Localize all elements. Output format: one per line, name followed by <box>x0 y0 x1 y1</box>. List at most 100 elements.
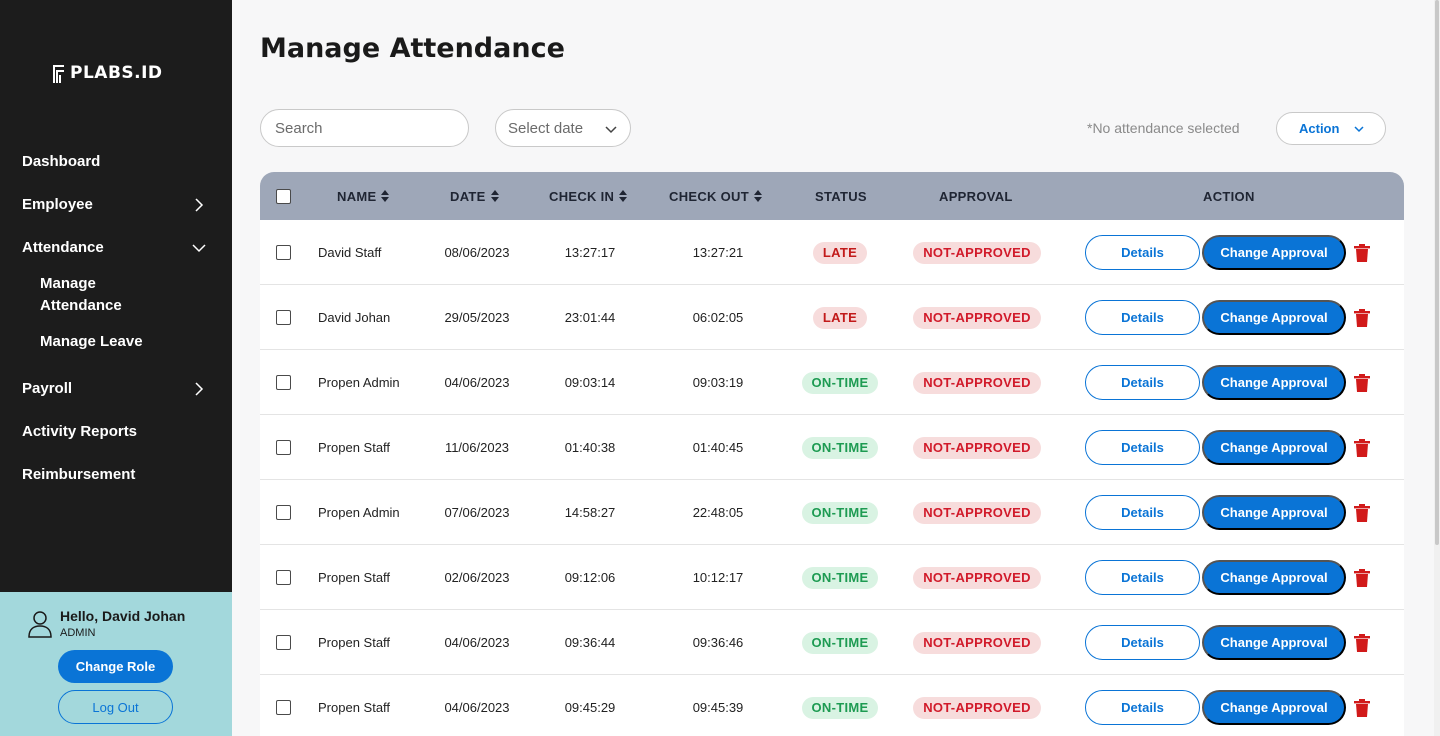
details-button[interactable]: Details <box>1085 430 1200 465</box>
row-checkbox[interactable] <box>276 635 291 650</box>
sidebar-item-label: Employee <box>22 196 93 213</box>
action-dropdown-label: Action <box>1299 121 1340 136</box>
trash-icon[interactable] <box>1354 439 1370 457</box>
change-approval-button[interactable]: Change Approval <box>1202 690 1346 725</box>
cell-name: Propen Staff <box>318 440 391 455</box>
cell-check-in: 01:40:38 <box>564 440 616 455</box>
page-title: Manage Attendance <box>260 33 565 64</box>
row-checkbox[interactable] <box>276 245 291 260</box>
status-badge: ON-TIME <box>801 631 879 654</box>
change-role-button[interactable]: Change Role <box>58 650 173 683</box>
sidebar-item-activity-reports[interactable]: Activity Reports <box>0 410 232 453</box>
chevron-right-icon <box>195 381 204 396</box>
cell-name: David Staff <box>318 245 382 260</box>
row-checkbox[interactable] <box>276 570 291 585</box>
sort-icon <box>753 190 762 202</box>
page-scrollbar[interactable] <box>1434 0 1440 736</box>
chevron-down-icon <box>1354 126 1364 133</box>
sidebar-subitem-manage-attendance[interactable]: Manage Attendance <box>0 269 150 327</box>
action-dropdown[interactable]: Action <box>1276 112 1386 145</box>
change-approval-button[interactable]: Change Approval <box>1202 495 1346 530</box>
table-row: Propen Staff 04/06/2023 09:36:44 09:36:46 ON… <box>260 610 1404 675</box>
user-greeting: Hello, David Johan <box>60 608 186 624</box>
row-checkbox[interactable] <box>276 440 291 455</box>
trash-icon[interactable] <box>1354 374 1370 392</box>
details-button[interactable]: Details <box>1085 495 1200 530</box>
sidebar-subitem-manage-leave[interactable]: Manage Leave <box>0 327 232 367</box>
cell-check-out: 09:36:46 <box>692 635 744 650</box>
attendance-table: NAME DATE CHECK IN CHECK OUT STATUS APPR… <box>260 172 1404 736</box>
approval-badge: NOT-APPROVED <box>913 501 1041 524</box>
trash-icon[interactable] <box>1354 569 1370 587</box>
change-approval-button[interactable]: Change Approval <box>1202 625 1346 660</box>
approval-badge: NOT-APPROVED <box>913 306 1041 329</box>
details-button[interactable]: Details <box>1085 690 1200 725</box>
date-select[interactable]: Select date <box>495 109 631 147</box>
trash-icon[interactable] <box>1354 699 1370 717</box>
sidebar-item-employee[interactable]: Employee <box>0 183 232 226</box>
cell-name: Propen Staff <box>318 635 391 650</box>
details-button[interactable]: Details <box>1085 560 1200 595</box>
sort-icon <box>490 190 499 202</box>
details-button[interactable]: Details <box>1085 300 1200 335</box>
cell-check-out: 13:27:21 <box>692 245 744 260</box>
table-row: Propen Admin 07/06/2023 14:58:27 22:48:05 ON… <box>260 480 1404 545</box>
approval-badge: NOT-APPROVED <box>913 241 1041 264</box>
sidebar-item-label: Payroll <box>22 380 73 397</box>
change-approval-button[interactable]: Change Approval <box>1202 365 1346 400</box>
trash-icon[interactable] <box>1354 244 1370 262</box>
change-approval-button[interactable]: Change Approval <box>1202 300 1346 335</box>
cell-name: Propen Admin <box>318 375 400 390</box>
table-row: Propen Staff 11/06/2023 01:40:38 01:40:45 ON… <box>260 415 1404 480</box>
user-icon <box>28 611 52 638</box>
status-badge: LATE <box>812 241 868 264</box>
select-all-checkbox[interactable] <box>276 188 291 204</box>
change-approval-button[interactable]: Change Approval <box>1202 235 1346 270</box>
sidebar-item-attendance[interactable]: Attendance <box>0 226 232 269</box>
cell-check-out: 01:40:45 <box>692 440 744 455</box>
details-button[interactable]: Details <box>1085 235 1200 270</box>
scrollbar-thumb[interactable] <box>1435 0 1439 545</box>
cell-name: David Johan <box>318 310 391 325</box>
row-checkbox[interactable] <box>276 375 291 390</box>
brand-logo[interactable]: PLABS.ID <box>52 62 163 84</box>
cell-name: Propen Staff <box>318 570 391 585</box>
status-badge: ON-TIME <box>801 566 879 589</box>
approval-badge: NOT-APPROVED <box>913 631 1041 654</box>
change-approval-button[interactable]: Change Approval <box>1202 560 1346 595</box>
sidebar-item-dashboard[interactable]: Dashboard <box>0 140 232 183</box>
details-button[interactable]: Details <box>1085 365 1200 400</box>
cell-date: 07/06/2023 <box>444 505 510 520</box>
row-checkbox[interactable] <box>276 505 291 520</box>
details-button[interactable]: Details <box>1085 625 1200 660</box>
cell-name: Propen Admin <box>318 505 400 520</box>
approval-badge: NOT-APPROVED <box>913 696 1041 719</box>
row-checkbox[interactable] <box>276 310 291 325</box>
cell-name: Propen Staff <box>318 700 391 715</box>
sidebar-item-reimbursement[interactable]: Reimbursement <box>0 453 232 496</box>
column-header-action: ACTION <box>1203 188 1255 204</box>
table-row: David Johan 29/05/2023 23:01:44 06:02:05 LAT… <box>260 285 1404 350</box>
cell-check-in: 14:58:27 <box>564 505 616 520</box>
trash-icon[interactable] <box>1354 634 1370 652</box>
trash-icon[interactable] <box>1354 504 1370 522</box>
cell-check-out: 10:12:17 <box>692 570 744 585</box>
cell-date: 29/05/2023 <box>444 310 510 325</box>
user-panel: Hello, David Johan ADMIN Change Role Log… <box>0 592 232 736</box>
column-header-date[interactable]: DATE <box>450 172 499 220</box>
table-row: Propen Staff 02/06/2023 09:12:06 10:12:17 ON… <box>260 545 1404 610</box>
logout-button[interactable]: Log Out <box>58 690 173 724</box>
search-input[interactable] <box>260 109 469 147</box>
cell-check-out: 09:03:19 <box>692 375 744 390</box>
cell-check-out: 09:45:39 <box>692 700 744 715</box>
column-header-name[interactable]: NAME <box>337 172 390 220</box>
row-checkbox[interactable] <box>276 700 291 715</box>
sidebar-item-payroll[interactable]: Payroll <box>0 367 232 410</box>
sidebar-item-label: Activity Reports <box>22 423 138 440</box>
trash-icon[interactable] <box>1354 309 1370 327</box>
status-badge: ON-TIME <box>801 501 879 524</box>
user-role: ADMIN <box>60 627 96 639</box>
column-header-check-out[interactable]: CHECK OUT <box>669 172 762 220</box>
column-header-check-in[interactable]: CHECK IN <box>549 172 628 220</box>
change-approval-button[interactable]: Change Approval <box>1202 430 1346 465</box>
